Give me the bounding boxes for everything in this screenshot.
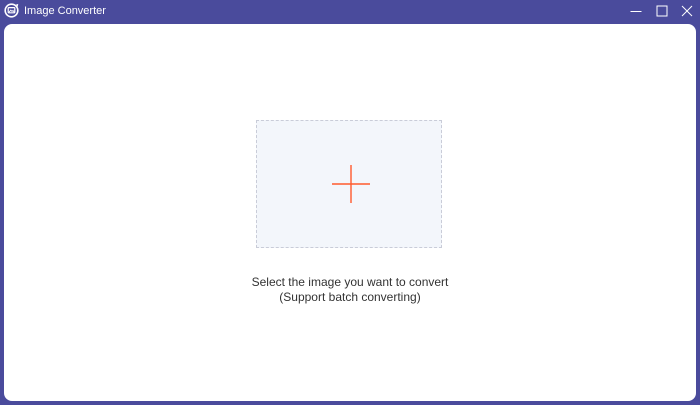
minimize-icon <box>630 11 642 12</box>
add-image-drop-zone[interactable] <box>256 120 442 248</box>
hint-line-select: Select the image you want to convert <box>251 275 449 289</box>
close-button[interactable] <box>678 2 696 20</box>
close-icon <box>681 5 693 17</box>
minimize-button[interactable] <box>627 2 645 20</box>
plus-icon <box>332 165 370 203</box>
window-title: Image Converter <box>24 5 106 17</box>
hint-line-batch: (Support batch converting) <box>279 290 421 304</box>
maximize-icon <box>656 5 668 17</box>
main-panel: Select the image you want to convert (Su… <box>4 24 696 401</box>
titlebar[interactable]: Image Converter <box>0 0 700 22</box>
upload-hint: Select the image you want to convert (Su… <box>4 275 696 305</box>
maximize-button[interactable] <box>653 2 671 20</box>
app-window: Image Converter Select the image you wan… <box>0 0 700 405</box>
app-logo-icon <box>4 3 19 18</box>
